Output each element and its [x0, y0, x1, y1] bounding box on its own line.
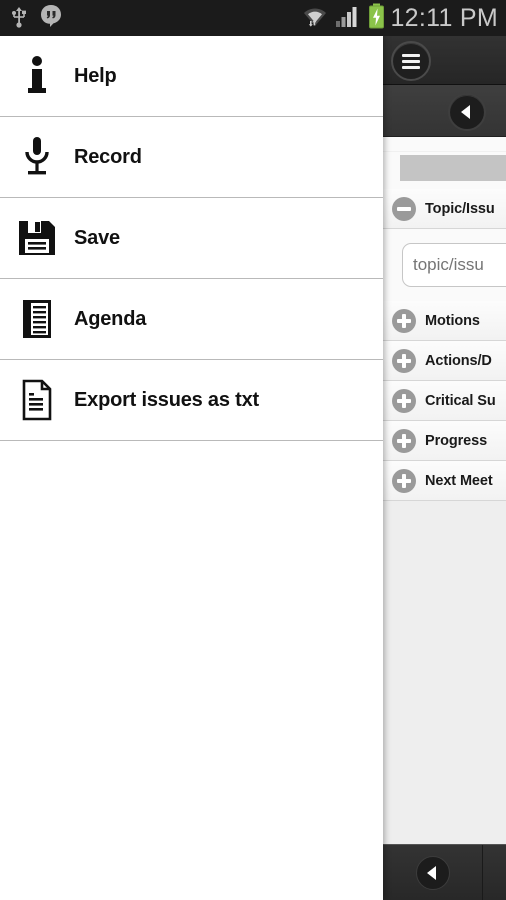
usb-icon [10, 4, 28, 33]
plus-circle-icon[interactable] [392, 348, 416, 373]
section-label: Topic/Issu [425, 200, 495, 217]
info-icon [0, 55, 74, 97]
drawer-item-label: Help [74, 64, 117, 87]
bottom-nav-bar [383, 844, 506, 900]
drawer-item-label: Export issues as txt [74, 388, 259, 411]
drawer-empty-area [0, 441, 383, 900]
section-label: Actions/D [425, 352, 492, 369]
floppy-disk-icon [0, 219, 74, 257]
section-label: Motions [425, 312, 480, 329]
battery-charging-icon [368, 3, 385, 34]
plus-circle-icon[interactable] [392, 428, 416, 453]
microphone-icon [0, 135, 74, 179]
drawer-item-export-issues-txt[interactable]: Export issues as txt [0, 360, 383, 441]
plus-circle-icon[interactable] [392, 468, 416, 493]
status-bar-right-icons [302, 3, 385, 34]
drawer-item-label: Record [74, 145, 142, 168]
nav-segment-secondary[interactable] [483, 845, 506, 900]
menu-icon[interactable] [391, 41, 431, 81]
drawer-item-save[interactable]: Save [0, 198, 383, 279]
wifi-icon [302, 3, 328, 34]
status-bar-clock: 12:11 PM [390, 3, 498, 32]
phone-screen: Topic/Issu Motions Actions/D Critical Su… [0, 0, 506, 900]
section-row-motions[interactable]: Motions [383, 301, 506, 341]
section-row-topic[interactable]: Topic/Issu [383, 189, 506, 229]
panel-empty-area [383, 501, 506, 791]
panel-top-strip [383, 137, 506, 152]
topic-input-area [383, 229, 506, 301]
app-content-panel: Topic/Issu Motions Actions/D Critical Su… [383, 36, 506, 900]
back-button-bottom[interactable] [416, 856, 450, 890]
section-label: Next Meet [425, 472, 493, 489]
panel-title-placeholder [383, 152, 506, 183]
section-row-progress[interactable]: Progress [383, 421, 506, 461]
drawer-item-label: Save [74, 226, 120, 249]
back-button-top[interactable] [448, 93, 486, 131]
plus-circle-icon[interactable] [392, 308, 416, 333]
section-label: Critical Su [425, 392, 496, 409]
section-row-actions[interactable]: Actions/D [383, 341, 506, 381]
chevron-left-icon [427, 866, 436, 880]
minus-circle-icon[interactable] [392, 196, 416, 221]
status-bar-left-icons [10, 4, 62, 33]
cellular-signal-icon [335, 4, 361, 33]
drawer-item-help[interactable]: Help [0, 36, 383, 117]
navigation-drawer: Help Record Save Agenda Export issues as… [0, 36, 383, 900]
topic-issue-input[interactable] [402, 243, 506, 287]
chevron-left-icon [461, 105, 470, 119]
hangouts-icon [40, 4, 62, 33]
sub-action-bar [383, 85, 506, 137]
nav-segment-back[interactable] [383, 845, 483, 900]
text-document-icon [0, 379, 74, 421]
action-bar [383, 36, 506, 85]
status-bar: 12:11 PM [0, 0, 506, 36]
hamburger-lines [402, 51, 420, 72]
plus-circle-icon[interactable] [392, 388, 416, 413]
drawer-item-label: Agenda [74, 307, 147, 330]
section-row-next-meeting[interactable]: Next Meet [383, 461, 506, 501]
section-row-critical-success[interactable]: Critical Su [383, 381, 506, 421]
drawer-item-record[interactable]: Record [0, 117, 383, 198]
drawer-item-agenda[interactable]: Agenda [0, 279, 383, 360]
agenda-list-icon [0, 298, 74, 340]
section-label: Progress [425, 432, 488, 449]
